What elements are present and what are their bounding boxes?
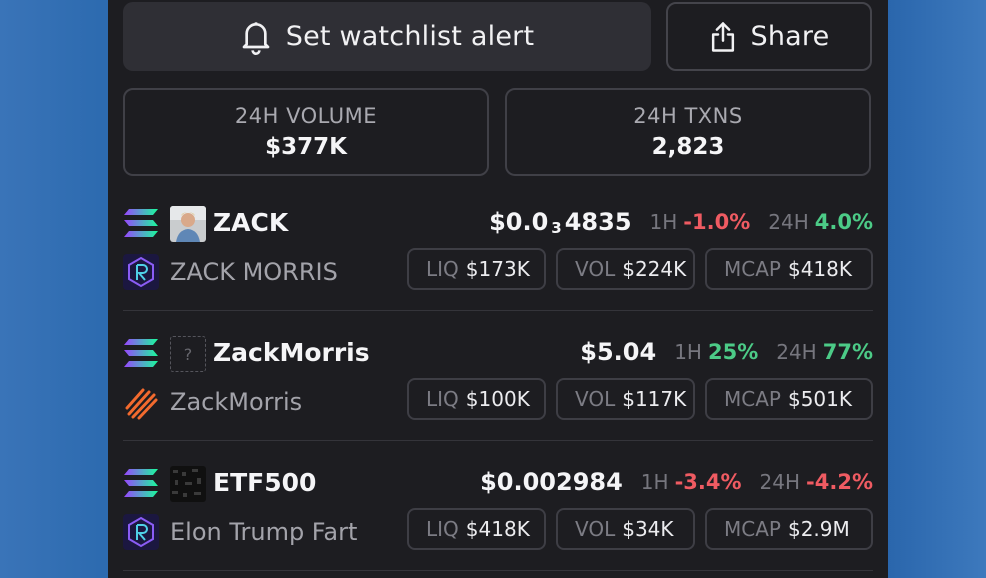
price-line: $5.04 1H 25% 24H 77%	[580, 334, 873, 370]
liquidity-pill: LIQ $100K	[407, 378, 546, 420]
price-line: $0.0 3 4835 1H -1.0% 24H 4.0%	[489, 204, 873, 240]
change-24h-label: 24H	[776, 340, 817, 364]
change-1h-label: 1H	[640, 470, 669, 494]
set-watchlist-alert-button[interactable]: Set watchlist alert	[123, 2, 651, 71]
change-1h-value: -1.0%	[683, 210, 751, 234]
token-symbol: ZackMorris	[213, 338, 370, 367]
token-metrics: LIQ $418K VOL $34K MCAP $2.9M	[407, 508, 873, 550]
change-24h-label: 24H	[759, 470, 801, 494]
change-24h-value: -4.2%	[806, 470, 873, 494]
token-avatar-placeholder: ?	[170, 336, 206, 372]
share-icon	[711, 21, 734, 52]
token-price: $0.002984	[480, 468, 623, 496]
volume-24h-label: 24H VOLUME	[234, 104, 378, 128]
raydium-icon	[123, 254, 159, 290]
txns-24h-card: 24H TXNS 2,823	[505, 88, 871, 176]
change-24h-value: 4.0%	[814, 210, 873, 234]
change-24h-label: 24H	[768, 210, 809, 234]
set-watchlist-alert-label: Set watchlist alert	[285, 21, 535, 52]
token-avatar	[170, 466, 206, 502]
liquidity-pill: LIQ $418K	[407, 508, 546, 550]
solana-icon	[124, 469, 158, 497]
token-name: ZackMorris	[170, 388, 303, 416]
volume-pill: VOL $224K	[556, 248, 695, 290]
token-metrics: LIQ $173K VOL $224K MCAP $418K	[407, 248, 873, 290]
change-1h-value: 25%	[707, 340, 759, 364]
solana-icon	[124, 339, 158, 367]
volume-pill: VOL $34K	[556, 508, 695, 550]
change-1h-label: 1H	[674, 340, 702, 364]
market-cap-pill: MCAP $2.9M	[705, 508, 873, 550]
token-price: $5.04	[580, 338, 657, 366]
liquidity-pill: LIQ $173K	[407, 248, 546, 290]
token-row[interactable]: ETF500 Elon Trump Fart $0.002984 1H -3.4…	[123, 440, 873, 570]
share-label: Share	[750, 21, 830, 52]
volume-24h-card: 24H VOLUME $377K	[123, 88, 489, 176]
change-1h-value: -3.4%	[674, 470, 742, 494]
change-24h-value: 77%	[822, 340, 873, 364]
volume-pill: VOL $117K	[556, 378, 695, 420]
token-row[interactable]: ? ZackMorris ZackMorris $5.04 1H 25% 24H…	[123, 310, 873, 440]
txns-24h-label: 24H TXNS	[633, 104, 743, 128]
bell-icon	[242, 21, 270, 55]
token-row[interactable]: ZACK ZACK MORRIS $0.0 3 4835 1H -1.0% 24H …	[123, 180, 873, 310]
token-avatar	[170, 206, 206, 242]
solana-icon	[124, 209, 158, 237]
token-name: ZACK MORRIS	[170, 258, 338, 286]
market-cap-pill: MCAP $418K	[705, 248, 873, 290]
volume-24h-value: $377K	[265, 134, 347, 160]
raydium-icon	[123, 514, 159, 550]
token-name: Elon Trump Fart	[170, 518, 358, 546]
change-1h-label: 1H	[649, 210, 678, 234]
token-metrics: LIQ $100K VOL $117K MCAP $501K	[407, 378, 873, 420]
pump-stripes-icon	[125, 388, 158, 420]
token-symbol: ETF500	[213, 468, 317, 497]
share-button[interactable]: Share	[666, 2, 872, 71]
market-cap-pill: MCAP $501K	[705, 378, 873, 420]
price-line: $0.002984 1H -3.4% 24H -4.2%	[480, 464, 873, 500]
token-symbol: ZACK	[213, 208, 289, 237]
token-price: $0.0 3 4835	[489, 207, 632, 237]
token-panel: Set watchlist alert Share 24H VOLUME $37…	[108, 0, 888, 578]
divider	[123, 570, 873, 571]
txns-24h-value: 2,823	[651, 134, 725, 160]
